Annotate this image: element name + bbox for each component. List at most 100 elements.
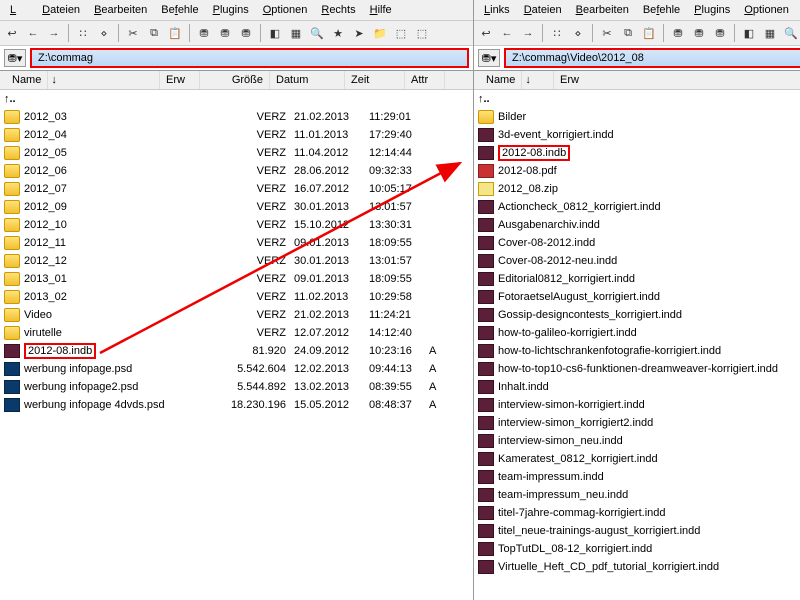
- up-dir[interactable]: ↑..: [0, 90, 473, 108]
- paste-icon[interactable]: 📋: [166, 24, 184, 42]
- table-row[interactable]: Inhalt.indd: [474, 378, 800, 396]
- header-date[interactable]: Datum: [270, 71, 345, 89]
- header-attr[interactable]: Attr: [405, 71, 445, 89]
- table-row[interactable]: 2013_01 VERZ 09.01.2013 18:09:55: [0, 270, 473, 288]
- table-row[interactable]: how-to-lichtschrankenfotografie-korrigie…: [474, 342, 800, 360]
- copy-icon-r[interactable]: ⧉: [619, 24, 637, 42]
- forward-icon-r[interactable]: →: [519, 24, 537, 42]
- copy-icon[interactable]: ⧉: [145, 24, 163, 42]
- table-row[interactable]: titel_neue-trainings-august_korrigiert.i…: [474, 522, 800, 540]
- table-row[interactable]: TopTutDL_08-12_korrigiert.indd: [474, 540, 800, 558]
- table-row[interactable]: 2012_09 VERZ 30.01.2013 13:01:57: [0, 198, 473, 216]
- table-row[interactable]: 2012_04 VERZ 11.01.2013 17:29:40: [0, 126, 473, 144]
- view2-icon-r[interactable]: ▦: [761, 24, 779, 42]
- table-row[interactable]: werbung infopage2.psd 5.544.892 13.02.20…: [0, 378, 473, 396]
- left-file-list[interactable]: ↑.. 2012_03 VERZ 21.02.2013 11:29:01 201…: [0, 90, 473, 600]
- forward-icon[interactable]: →: [45, 24, 63, 42]
- table-row[interactable]: 2012_11 VERZ 09.01.2013 18:09:55: [0, 234, 473, 252]
- table-row[interactable]: titel-7jahre-commag-korrigiert.indd: [474, 504, 800, 522]
- table-row[interactable]: Ausgabenarchiv.indd: [474, 216, 800, 234]
- table-row[interactable]: 2012_05 VERZ 11.04.2012 12:14:44: [0, 144, 473, 162]
- history-back-icon[interactable]: ↩: [3, 24, 21, 42]
- mask-icon[interactable]: ∷: [74, 24, 92, 42]
- menu-bearbeiten[interactable]: Bearbeiten: [88, 2, 153, 18]
- menu-bearbeiten-r[interactable]: Bearbeiten: [570, 2, 635, 18]
- drive3-icon-r[interactable]: ⛃: [711, 24, 729, 42]
- menu-befehle[interactable]: Befehle: [155, 2, 204, 18]
- table-row[interactable]: 3d-event_korrigiert.indd: [474, 126, 800, 144]
- header-name-r[interactable]: Name ↓: [474, 71, 554, 89]
- history-back-icon-r[interactable]: ↩: [477, 24, 495, 42]
- table-row[interactable]: 2012-08.indb 81.920 24.09.2012 10:23:16 …: [0, 342, 473, 360]
- cut-icon[interactable]: ✂: [124, 24, 142, 42]
- table-row[interactable]: 2012_07 VERZ 16.07.2012 10:05:17: [0, 180, 473, 198]
- table-row[interactable]: Video VERZ 21.02.2013 11:24:21: [0, 306, 473, 324]
- table-row[interactable]: Actioncheck_0812_korrigiert.indd: [474, 198, 800, 216]
- table-row[interactable]: team-impressum_neu.indd: [474, 486, 800, 504]
- table-row[interactable]: team-impressum.indd: [474, 468, 800, 486]
- drive-button-right[interactable]: ⛃▾: [478, 49, 500, 67]
- table-row[interactable]: Cover-08-2012-neu.indd: [474, 252, 800, 270]
- folder-icon[interactable]: 📁: [371, 24, 389, 42]
- menu-links[interactable]: L: [4, 2, 34, 18]
- right-file-list[interactable]: ↑.. Bilder 3d-event_korrigiert.indd 2012…: [474, 90, 800, 600]
- up-dir[interactable]: ↑..: [474, 90, 800, 108]
- menu-dateien-r[interactable]: Dateien: [518, 2, 568, 18]
- drive2-icon[interactable]: ⛃: [216, 24, 234, 42]
- table-row[interactable]: 2012_06 VERZ 28.06.2012 09:32:33: [0, 162, 473, 180]
- table-row[interactable]: Bilder: [474, 108, 800, 126]
- menu-rechts[interactable]: Rechts: [315, 2, 361, 18]
- menu-dateien[interactable]: Dateien: [36, 2, 86, 18]
- left-path-box[interactable]: Z:\commag: [30, 48, 469, 68]
- table-row[interactable]: Kameratest_0812_korrigiert.indd: [474, 450, 800, 468]
- table-row[interactable]: Gossip-designcontests_korrigiert.indd: [474, 306, 800, 324]
- view1-icon-r[interactable]: ◧: [740, 24, 758, 42]
- table-row[interactable]: 2012_08.zip: [474, 180, 800, 198]
- table-row[interactable]: how-to-top10-cs6-funktionen-dreamweaver-…: [474, 360, 800, 378]
- header-size[interactable]: Größe: [200, 71, 270, 89]
- table-row[interactable]: 2012_12 VERZ 30.01.2013 13:01:57: [0, 252, 473, 270]
- table-row[interactable]: werbung infopage 4dvds.psd 18.230.196 15…: [0, 396, 473, 414]
- menu-plugins-r[interactable]: Plugins: [688, 2, 736, 18]
- menu-plugins[interactable]: Plugins: [207, 2, 255, 18]
- table-row[interactable]: 2012-08.pdf: [474, 162, 800, 180]
- menu-links-r[interactable]: Links: [478, 2, 516, 18]
- table-row[interactable]: interview-simon_neu.indd: [474, 432, 800, 450]
- table-row[interactable]: interview-simon_korrigiert2.indd: [474, 414, 800, 432]
- drive1-icon-r[interactable]: ⛃: [669, 24, 687, 42]
- table-row[interactable]: 2012_03 VERZ 21.02.2013 11:29:01: [0, 108, 473, 126]
- extra1-icon[interactable]: ⬚: [392, 24, 410, 42]
- view2-icon[interactable]: ▦: [287, 24, 305, 42]
- table-row[interactable]: FotoraetselAugust_korrigiert.indd: [474, 288, 800, 306]
- cut-icon-r[interactable]: ✂: [598, 24, 616, 42]
- header-time[interactable]: Zeit: [345, 71, 405, 89]
- header-name[interactable]: Name ↓: [0, 71, 160, 89]
- table-row[interactable]: 2012_10 VERZ 15.10.2012 13:30:31: [0, 216, 473, 234]
- table-row[interactable]: Virtuelle_Heft_CD_pdf_tutorial_korrigier…: [474, 558, 800, 576]
- drive-button-left[interactable]: ⛃▾: [4, 49, 26, 67]
- drive3-icon[interactable]: ⛃: [237, 24, 255, 42]
- right-path-box[interactable]: Z:\commag\Video\2012_08: [504, 48, 800, 68]
- table-row[interactable]: Cover-08-2012.indd: [474, 234, 800, 252]
- menu-befehle-r[interactable]: Befehle: [637, 2, 686, 18]
- table-row[interactable]: interview-simon-korrigiert.indd: [474, 396, 800, 414]
- paste-icon-r[interactable]: 📋: [640, 24, 658, 42]
- star-icon-r[interactable]: ⋄: [569, 24, 587, 42]
- menu-optionen[interactable]: Optionen: [257, 2, 314, 18]
- view1-icon[interactable]: ◧: [266, 24, 284, 42]
- table-row[interactable]: Editorial0812_korrigiert.indd: [474, 270, 800, 288]
- table-row[interactable]: how-to-galileo-korrigiert.indd: [474, 324, 800, 342]
- table-row[interactable]: werbung infopage.psd 5.542.604 12.02.201…: [0, 360, 473, 378]
- star-icon[interactable]: ⋄: [95, 24, 113, 42]
- header-ext[interactable]: Erw: [160, 71, 200, 89]
- drive1-icon[interactable]: ⛃: [195, 24, 213, 42]
- drive2-icon-r[interactable]: ⛃: [690, 24, 708, 42]
- arrow-icon[interactable]: ➤: [350, 24, 368, 42]
- star2-icon[interactable]: ★: [329, 24, 347, 42]
- mask-icon-r[interactable]: ∷: [548, 24, 566, 42]
- table-row[interactable]: 2012-08.indb: [474, 144, 800, 162]
- menu-hilfe[interactable]: Hilfe: [364, 2, 398, 18]
- search-icon-r[interactable]: 🔍: [782, 24, 800, 42]
- back-icon-r[interactable]: ←: [498, 24, 516, 42]
- back-icon[interactable]: ←: [24, 24, 42, 42]
